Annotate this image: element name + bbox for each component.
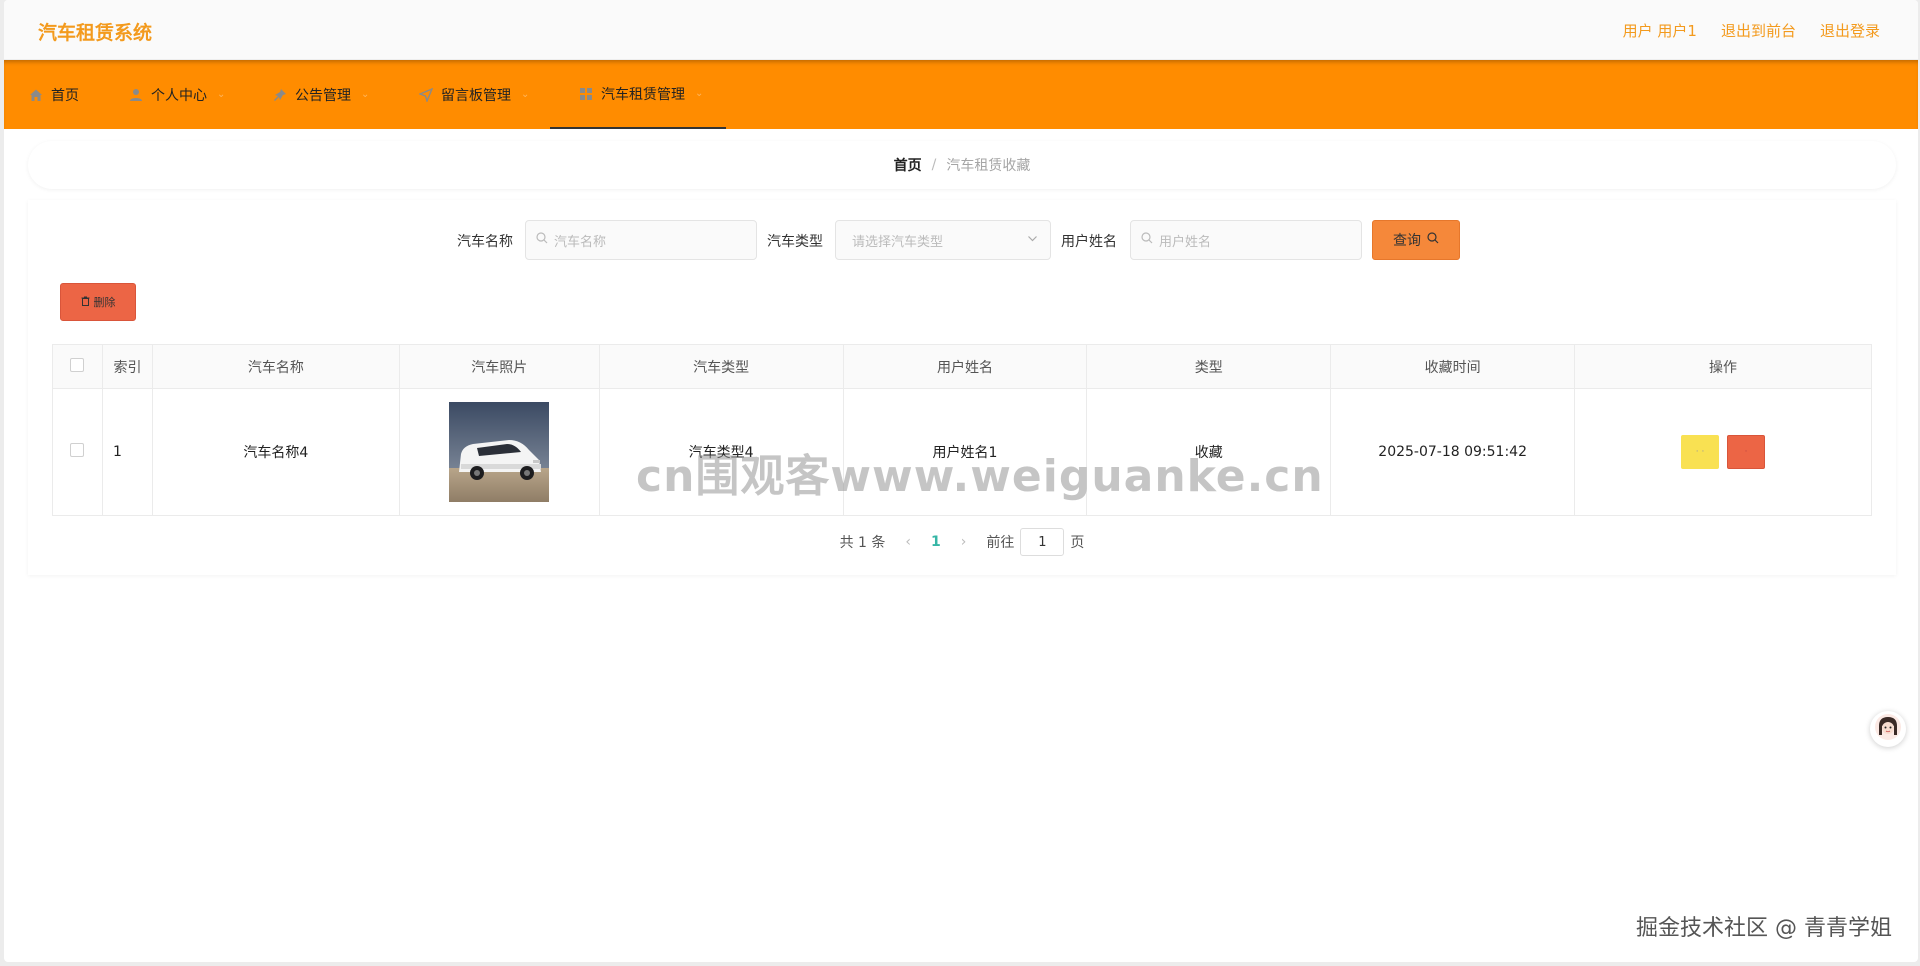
col-user-name: 用户姓名 — [842, 344, 1088, 389]
car-type-label: 汽车类型 — [767, 234, 823, 250]
chevron-right-icon[interactable]: › — [961, 534, 967, 550]
search-form: 汽车名称 汽车名称 汽车类型 请选择汽车类型 用户姓名 用户姓名 查询 — [28, 220, 1896, 260]
chevron-down-icon: ⌄ — [361, 89, 370, 100]
pagination-total: 共 1 条 — [839, 535, 886, 551]
car-name-label: 汽车名称 — [457, 234, 513, 250]
nav-label-message-board: 留言板管理 — [441, 87, 511, 104]
batch-delete-button[interactable]: 删除 — [60, 283, 136, 321]
chevron-down-icon: ⌄ — [695, 88, 704, 99]
goto-prefix: 前往 — [986, 535, 1015, 551]
current-user-link[interactable]: 用户 用户1 — [1623, 20, 1697, 41]
row-type: 收藏 — [1086, 388, 1332, 516]
col-car-name: 汽车名称 — [151, 344, 400, 389]
goto-page-input[interactable]: 1 — [1020, 528, 1065, 556]
row-select-cell — [52, 388, 103, 516]
nav-label-announcements: 公告管理 — [295, 87, 351, 104]
batch-delete-label: 删除 — [93, 296, 116, 309]
table-row: 1 汽车名称4 汽车类型4 用户姓名1 收藏 2025-07-18 09:51:… — [52, 388, 1872, 516]
nav-label-home: 首页 — [51, 87, 79, 104]
row-favorite-time: 2025-07-18 09:51:42 — [1330, 388, 1576, 516]
car-name-input[interactable]: 汽车名称 — [525, 220, 757, 260]
nav-item-message-board[interactable]: 留言板管理 ⌄ — [418, 60, 529, 129]
user-name-placeholder: 用户姓名 — [1159, 234, 1212, 250]
app-window: 汽车租赁系统 用户 用户1 退出到前台 退出登录 首页 个人中心 ⌄ 公告管理 — [4, 0, 1918, 962]
user-name-label: 用户姓名 — [1061, 234, 1117, 250]
nav-item-personal-center[interactable]: 个人中心 ⌄ — [128, 60, 225, 129]
table-header-row: 索引 汽车名称 汽车照片 汽车类型 用户姓名 类型 收藏时间 操作 — [52, 344, 1872, 389]
pagination: 共 1 条 ‹ 1 › 前往 1 页 — [28, 528, 1896, 556]
col-car-photo: 汽车照片 — [398, 344, 600, 389]
home-icon — [28, 87, 43, 102]
chevron-left-icon[interactable]: ‹ — [905, 534, 911, 550]
search-icon — [1141, 232, 1153, 248]
footer-watermark: 掘金技术社区 @ 青青学姐 — [1636, 916, 1892, 941]
assistant-avatar-button[interactable] — [1870, 711, 1906, 747]
top-header: 汽车租赁系统 用户 用户1 退出到前台 退出登录 — [4, 0, 1918, 60]
user-icon — [128, 87, 143, 102]
col-type: 类型 — [1086, 344, 1332, 389]
query-button[interactable]: 查询 — [1372, 220, 1460, 260]
send-icon — [418, 87, 433, 102]
main-nav: 首页 个人中心 ⌄ 公告管理 ⌄ 留言板管理 ⌄ 汽车租赁管理 ⌄ — [4, 60, 1918, 129]
nav-item-home[interactable]: 首页 — [28, 60, 79, 129]
car-name-placeholder: 汽车名称 — [554, 234, 607, 250]
select-all-cell — [52, 344, 103, 389]
row-car-photo-cell — [398, 388, 600, 516]
trash-icon — [81, 296, 90, 309]
goto-suffix: 页 — [1070, 535, 1085, 551]
grid-icon — [578, 86, 593, 101]
avatar-icon — [1874, 713, 1902, 745]
pin-icon — [272, 87, 287, 102]
favorites-table: 索引 汽车名称 汽车照片 汽车类型 用户姓名 类型 收藏时间 操作 1 汽车名称… — [52, 344, 1872, 516]
query-button-label: 查询 — [1393, 233, 1421, 249]
view-details-button[interactable]: · · — [1681, 435, 1720, 469]
nav-label-personal-center: 个人中心 — [151, 87, 207, 104]
breadcrumb-home[interactable]: 首页 — [894, 155, 922, 175]
row-index: 1 — [101, 388, 153, 516]
row-user-name: 用户姓名1 — [842, 388, 1088, 516]
breadcrumb: 首页 / 汽车租赁收藏 — [28, 141, 1896, 189]
row-car-type: 汽车类型4 — [598, 388, 844, 516]
car-type-select[interactable]: 请选择汽车类型 — [835, 220, 1051, 260]
breadcrumb-current: 汽车租赁收藏 — [946, 158, 1031, 174]
col-favorite-time: 收藏时间 — [1330, 344, 1576, 389]
search-icon — [536, 232, 548, 248]
row-delete-button[interactable]: · — [1727, 435, 1766, 469]
nav-label-car-rental: 汽车租赁管理 — [601, 86, 685, 103]
col-actions: 操作 — [1574, 344, 1872, 389]
pagination-goto: 前往 1 页 — [986, 528, 1084, 556]
row-checkbox[interactable] — [70, 443, 85, 457]
chevron-down-icon — [1027, 233, 1038, 247]
content-panel: 汽车名称 汽车名称 汽车类型 请选择汽车类型 用户姓名 用户姓名 查询 删除 索… — [28, 200, 1896, 575]
breadcrumb-separator: / — [931, 157, 937, 173]
search-icon — [1427, 232, 1439, 248]
logout-link[interactable]: 退出登录 — [1820, 20, 1880, 41]
row-action-group: · · · — [1681, 435, 1766, 469]
back-to-frontend-link[interactable]: 退出到前台 — [1721, 20, 1796, 41]
select-all-checkbox[interactable] — [70, 357, 85, 372]
app-title: 汽车租赁系统 — [38, 22, 153, 44]
car-photo[interactable] — [449, 402, 550, 502]
row-car-name: 汽车名称4 — [151, 388, 400, 516]
pagination-page-current[interactable]: 1 — [931, 534, 941, 550]
chevron-down-icon: ⌄ — [217, 89, 226, 100]
col-car-type: 汽车类型 — [598, 344, 844, 389]
row-actions: · · · — [1574, 388, 1872, 516]
top-links: 用户 用户1 退出到前台 退出登录 — [1623, 20, 1880, 41]
chevron-down-icon: ⌄ — [521, 89, 530, 100]
user-name-input[interactable]: 用户姓名 — [1130, 220, 1362, 260]
nav-item-announcements[interactable]: 公告管理 ⌄ — [272, 60, 369, 129]
car-type-placeholder: 请选择汽车类型 — [852, 234, 944, 250]
nav-item-car-rental[interactable]: 汽车租赁管理 ⌄ — [550, 60, 726, 129]
col-index: 索引 — [101, 344, 153, 389]
